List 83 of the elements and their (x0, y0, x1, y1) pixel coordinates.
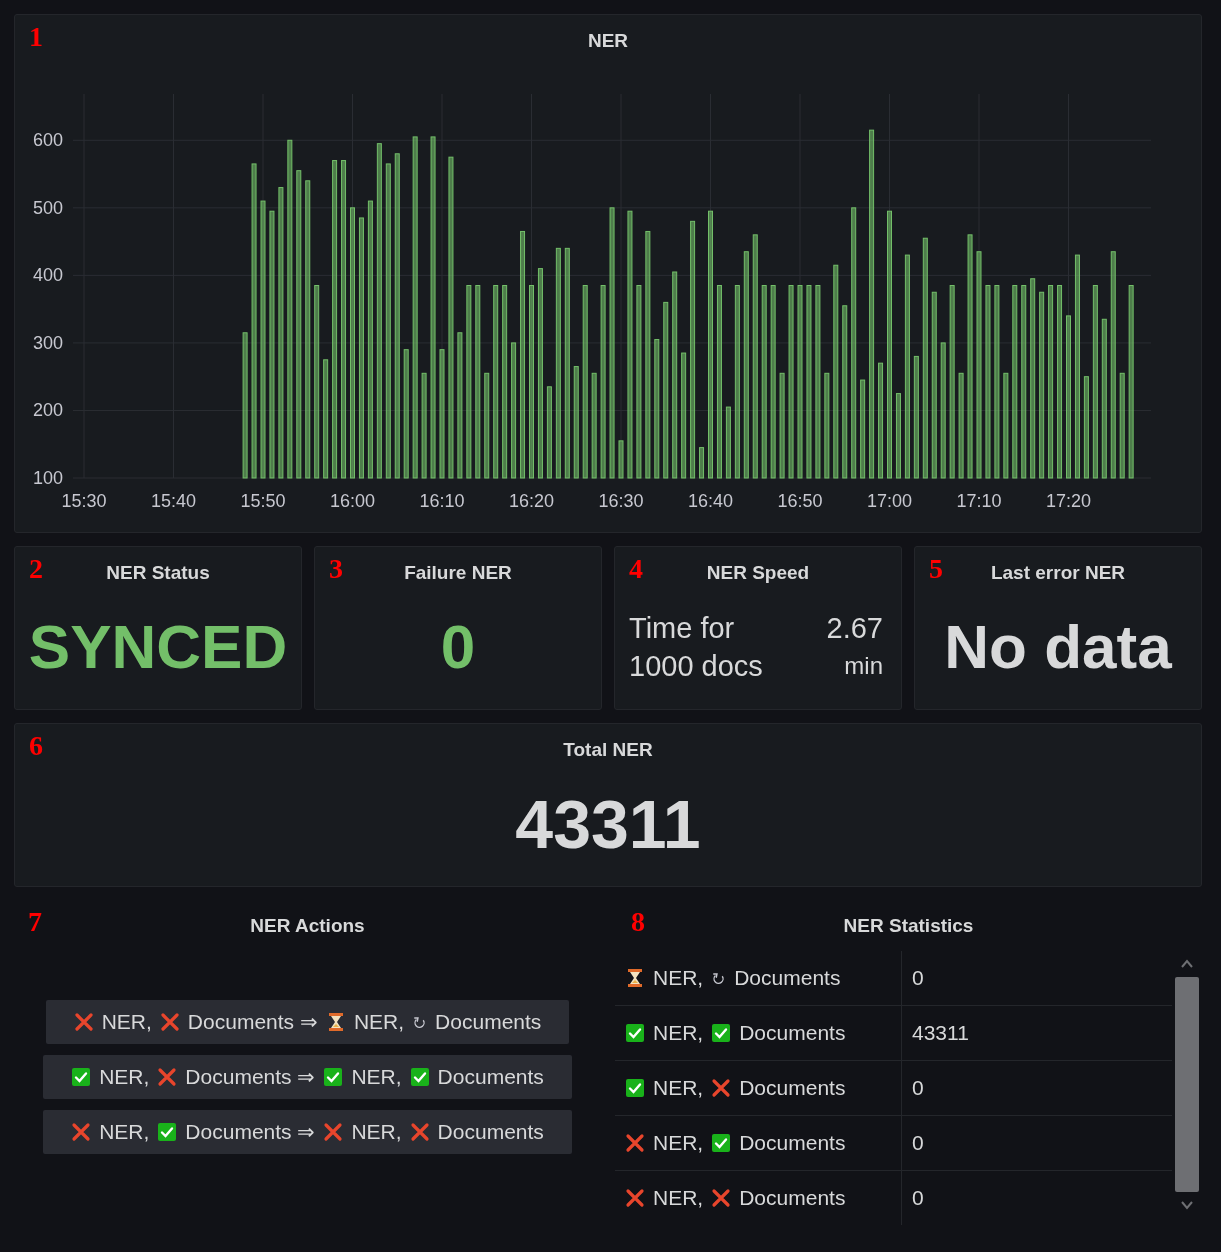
status-label: Documents (739, 1076, 846, 1100)
panel-title: Failure NER (404, 561, 512, 584)
cross-icon (157, 1067, 178, 1087)
panel-number: 6 (29, 732, 43, 760)
axis-label: 300 (32, 332, 63, 353)
cross-icon (73, 1012, 94, 1032)
scrollbar-thumb[interactable] (1175, 977, 1199, 1192)
refresh-icon (711, 970, 727, 986)
stat-label: Time for 1000 docs (629, 610, 764, 684)
axis-label: 17:20 (1046, 491, 1091, 511)
action-button[interactable]: NER, Documents ⇒ NER, Documents (43, 1055, 572, 1099)
status-label: NER, (653, 1021, 704, 1045)
axis-label: 17:10 (956, 491, 1002, 511)
status-label: NER, (653, 1131, 704, 1155)
axis-label: 15:50 (240, 491, 286, 511)
axis-label: 16:40 (688, 491, 733, 511)
checkmark-icon (625, 1023, 645, 1043)
checkmark-icon (625, 1078, 645, 1098)
axis-label: 17:00 (867, 491, 912, 511)
panel-number: 3 (329, 555, 343, 583)
panel-number: 7 (28, 908, 42, 936)
cross-icon (625, 1133, 645, 1153)
panel-title: NER Statistics (843, 914, 974, 937)
bar (618, 440, 624, 479)
panel-title: NER Status (106, 561, 210, 584)
stat-value: 0 (440, 615, 476, 678)
panel-number: 1 (29, 23, 43, 51)
axis-label: 16:30 (598, 491, 644, 511)
checkmark-icon (71, 1067, 92, 1087)
axis-label: 16:10 (419, 491, 465, 511)
table-cell-text: 0 (911, 1186, 924, 1210)
status-label: NER, (653, 1186, 704, 1210)
axis-label: 15:40 (151, 491, 196, 511)
axis-label: 400 (32, 265, 63, 286)
stat-value: No data (944, 615, 1172, 678)
status-label: Documents (739, 1131, 846, 1155)
cross-icon (711, 1078, 732, 1098)
axis-label: 15:30 (61, 491, 107, 511)
table-cell-text: 0 (911, 966, 924, 990)
hourglass-icon (625, 968, 645, 988)
cross-icon (711, 1188, 732, 1208)
panel-number: 5 (929, 555, 943, 583)
checkmark-icon (711, 1023, 732, 1043)
cross-icon (409, 1122, 430, 1142)
status-label: Documents (739, 1021, 846, 1045)
axis-label: 600 (32, 130, 63, 151)
cross-icon (323, 1122, 344, 1142)
checkmark-icon (711, 1133, 732, 1153)
axis-label: 500 (32, 197, 63, 218)
panel-title: Total NER (563, 738, 653, 761)
checkmark-icon (157, 1122, 178, 1142)
panel-title: NER Speed (706, 561, 810, 584)
panel-title: Last error NER (990, 561, 1126, 584)
panel-number: 2 (29, 555, 43, 583)
action-button[interactable]: NER, Documents ⇒ NER, Documents (45, 1000, 570, 1044)
table-cell-text: 0 (911, 1131, 924, 1155)
axis-label: 16:50 (777, 491, 823, 511)
refresh-icon (412, 1014, 428, 1030)
stat-unit: min (844, 650, 883, 681)
status-label: NER, (653, 1076, 704, 1100)
status-label: NER, (653, 966, 704, 990)
table-cell-text: 43311 (911, 1021, 969, 1045)
checkmark-icon (323, 1067, 344, 1087)
checkmark-icon (409, 1067, 430, 1087)
status-label: Documents (734, 966, 841, 990)
cross-icon (71, 1122, 92, 1142)
cross-icon (159, 1012, 180, 1032)
stat-value: 43311 (514, 785, 702, 863)
status-label: Documents (739, 1186, 846, 1210)
axis-label: 16:20 (509, 491, 554, 511)
cross-icon (625, 1188, 645, 1208)
action-button[interactable]: NER, Documents ⇒ NER, Documents (43, 1110, 572, 1154)
stat-value: SYNCED (28, 615, 288, 678)
panel-title: NER (587, 29, 629, 52)
table-cell-text: 0 (911, 1076, 924, 1100)
axis-label: 200 (32, 400, 63, 421)
panel-number: 4 (629, 555, 643, 583)
axis-label: 100 (32, 468, 63, 488)
bar (699, 447, 705, 479)
axis-label: 16:00 (330, 491, 375, 511)
panel-number: 8 (631, 908, 645, 936)
stat-value: 2.67 (826, 610, 883, 646)
panel-title: NER Actions (250, 914, 365, 937)
